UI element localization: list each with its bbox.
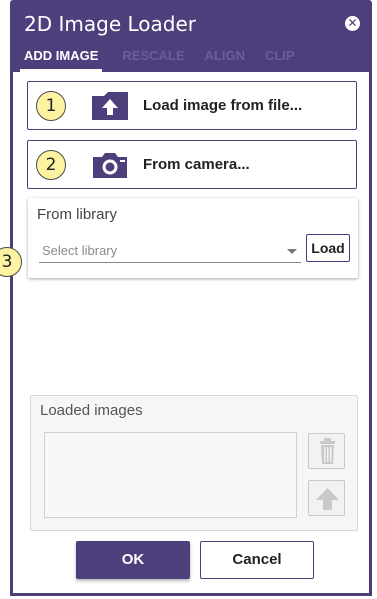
camera-icon	[90, 149, 130, 181]
tab-bar: ADD IMAGE RESCALE ALIGN CLIP	[20, 46, 315, 72]
dialog-title: 2D Image Loader	[24, 12, 196, 36]
arrow-up-icon	[316, 488, 339, 510]
cancel-button[interactable]: Cancel	[200, 541, 314, 579]
move-up-button[interactable]	[308, 480, 345, 516]
library-panel: From library Select library Load	[28, 198, 358, 278]
ok-button[interactable]: OK	[76, 541, 190, 579]
image-loader-dialog: 2D Image Loader ✕ ADD IMAGE RESCALE ALIG…	[10, 0, 372, 596]
from-camera-button[interactable]: 2 From camera...	[27, 140, 357, 189]
tab-align[interactable]: ALIGN	[205, 46, 245, 72]
dialog-body: 1 Load image from file... 2 From camera.…	[10, 72, 372, 596]
step-badge-2: 2	[36, 150, 66, 180]
library-select-placeholder: Select library	[42, 243, 118, 258]
load-from-file-button[interactable]: 1 Load image from file...	[27, 81, 357, 130]
library-load-button[interactable]: Load	[306, 234, 350, 262]
tab-rescale[interactable]: RESCALE	[122, 46, 184, 72]
close-icon[interactable]: ✕	[345, 16, 360, 31]
loaded-images-list[interactable]	[44, 432, 297, 518]
trash-icon	[320, 438, 335, 464]
delete-image-button[interactable]	[308, 433, 345, 469]
load-from-file-label: Load image from file...	[143, 97, 303, 114]
from-camera-label: From camera...	[143, 156, 250, 173]
step-badge-1: 1	[36, 91, 66, 121]
loaded-images-panel: Loaded images	[30, 395, 358, 531]
chevron-down-icon	[287, 249, 297, 254]
loaded-images-title: Loaded images	[40, 402, 143, 419]
upload-icon	[90, 90, 130, 122]
tab-add-image[interactable]: ADD IMAGE	[20, 46, 103, 72]
library-title: From library	[37, 206, 118, 223]
tab-clip[interactable]: CLIP	[265, 46, 295, 72]
library-select[interactable]: Select library	[39, 239, 301, 263]
